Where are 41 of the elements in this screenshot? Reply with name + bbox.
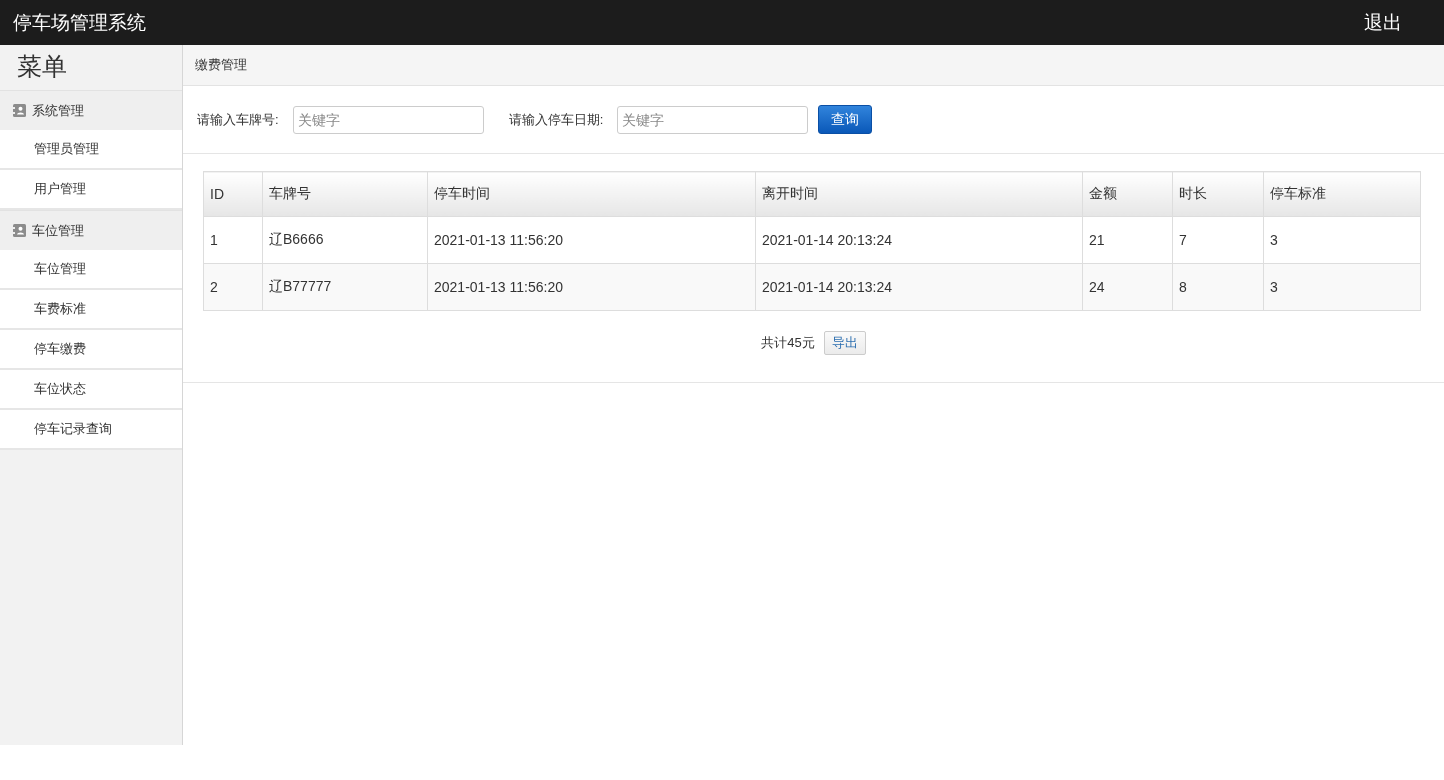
sidebar-item[interactable]: 停车缴费 bbox=[0, 330, 182, 370]
table-cell: 24 bbox=[1082, 263, 1173, 311]
person-card-icon bbox=[13, 224, 26, 237]
table-cell: 3 bbox=[1263, 263, 1421, 311]
person-card-icon bbox=[13, 104, 26, 117]
sidebar-item[interactable]: 车费标准 bbox=[0, 290, 182, 330]
sidebar-item[interactable]: 车位状态 bbox=[0, 370, 182, 410]
table-cell: 1 bbox=[203, 216, 263, 264]
column-header: 金额 bbox=[1082, 171, 1173, 217]
export-button[interactable]: 导出 bbox=[823, 331, 866, 355]
app-title: 停车场管理系统 bbox=[13, 10, 146, 35]
field-label: 请输入车牌号: bbox=[197, 110, 279, 129]
column-header: 车牌号 bbox=[262, 171, 428, 217]
query-button[interactable]: 查询 bbox=[818, 105, 873, 134]
field-label: 请输入停车日期: bbox=[508, 110, 604, 129]
sidebar-item[interactable]: 停车记录查询 bbox=[0, 410, 182, 450]
sidebar-item[interactable]: 用户管理 bbox=[0, 170, 182, 210]
sidebar-item[interactable]: 车位管理 bbox=[0, 250, 182, 290]
table-cell: 2 bbox=[203, 263, 263, 311]
menu-title: 菜单 bbox=[16, 51, 68, 82]
table-cell: 2021-01-14 20:13:24 bbox=[755, 216, 1083, 264]
table-cell: 7 bbox=[1172, 216, 1264, 264]
sidebar-item[interactable]: 管理员管理 bbox=[0, 130, 182, 170]
table-cell: 2021-01-13 11:56:20 bbox=[427, 216, 756, 264]
total-amount: 共计45元 bbox=[761, 334, 815, 352]
table-cell: 辽B6666 bbox=[262, 216, 428, 264]
column-header: 停车时间 bbox=[427, 171, 756, 217]
column-header: 时长 bbox=[1172, 171, 1264, 217]
column-header: 离开时间 bbox=[755, 171, 1083, 217]
table-cell: 2021-01-14 20:13:24 bbox=[755, 263, 1083, 311]
logout-button[interactable]: 退出 bbox=[1364, 9, 1402, 36]
table-cell: 8 bbox=[1172, 263, 1264, 311]
table-cell: 2021-01-13 11:56:20 bbox=[427, 263, 756, 311]
breadcrumb: 缴费管理 bbox=[195, 56, 247, 74]
column-header: ID bbox=[203, 171, 263, 217]
table-cell: 辽B77777 bbox=[262, 263, 428, 311]
column-header: 停车标准 bbox=[1263, 171, 1421, 217]
search-field[interactable]: 关键字 bbox=[292, 105, 484, 134]
search-field[interactable]: 关键字 bbox=[617, 105, 809, 134]
table-cell: 21 bbox=[1082, 216, 1173, 264]
table-cell: 3 bbox=[1263, 216, 1421, 264]
